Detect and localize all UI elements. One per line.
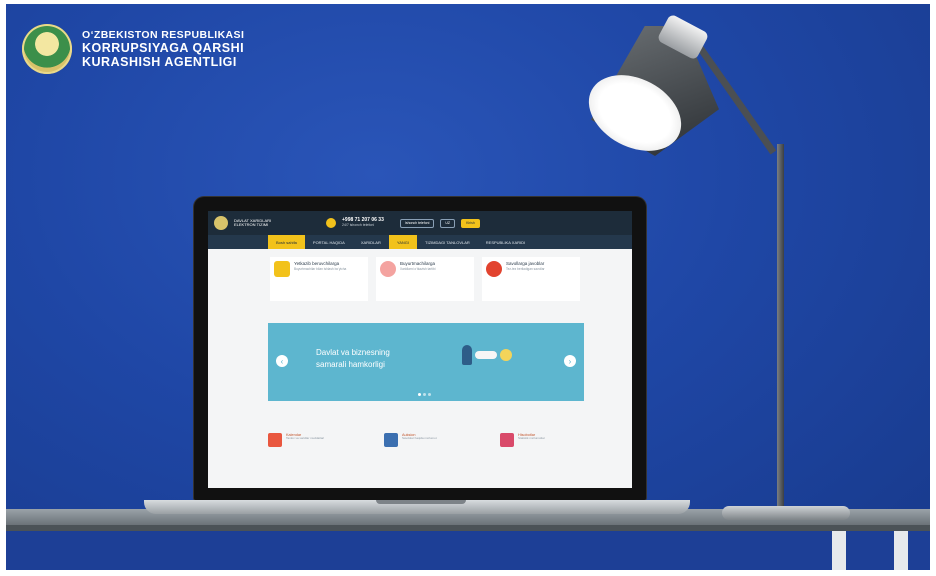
lamp-base — [722, 506, 850, 520]
card-title: Buyurtmachilarga — [400, 261, 436, 266]
site-name: DAVLAT XARIDLARI ELEKTRON TIZIMI — [234, 217, 272, 227]
table-leg — [894, 531, 908, 570]
truck-icon — [274, 261, 290, 277]
photo-scene: O‘ZBEKISTON RESPUBLIKASI KORRUPSIYAGA QA… — [0, 0, 936, 576]
card-text: Buyurtmachilar bilan ishlash bo‘yicha — [294, 266, 347, 271]
calendar-icon — [268, 433, 282, 447]
laptop-screen: DAVLAT XARIDLARI ELEKTRON TIZIMI +998 71… — [194, 197, 646, 500]
nav-republic[interactable]: RESPUBLIKA XARIDI — [478, 235, 533, 249]
nav-about[interactable]: PORTAL HAQIDA — [305, 235, 353, 249]
laptop-notch — [376, 500, 466, 504]
banner-text: Davlat va biznesning samarali hamkorligi — [316, 348, 390, 369]
site-phone: +998 71 207 06 33 24/7 ishonch telefoni — [342, 218, 384, 227]
report-icon — [500, 433, 514, 447]
banner-prev-button[interactable]: ‹ — [276, 355, 288, 367]
site-header: DAVLAT XARIDLARI ELEKTRON TIZIMI +998 71… — [208, 211, 632, 235]
banner-next-button[interactable]: › — [564, 355, 576, 367]
agency-name-line1: O‘ZBEKISTON RESPUBLIKASI — [82, 28, 245, 41]
website-screenshot: DAVLAT XARIDLARI ELEKTRON TIZIMI +998 71… — [208, 211, 632, 488]
agency-logo: O‘ZBEKISTON RESPUBLIKASI KORRUPSIYAGA QA… — [22, 24, 244, 74]
nav-tenders[interactable]: TIZIMDAGI TANLOVLAR — [417, 235, 478, 249]
card-suppliers[interactable]: Yetkazib beruvchilarga Buyurtmachilar bil… — [270, 257, 368, 301]
nav-purchases[interactable]: XARIDLAR — [353, 235, 389, 249]
site-logo-icon[interactable] — [214, 216, 228, 230]
login-button[interactable]: Kirish — [461, 218, 480, 228]
gavel-icon — [384, 433, 398, 447]
people-icon — [380, 261, 396, 277]
card-customers[interactable]: Buyurtmachilarga Xaridlarni o‘tkazish tar… — [376, 257, 474, 301]
language-button[interactable]: UZ — [440, 218, 456, 228]
lamp-pole — [777, 144, 784, 514]
card-text: Xaridlarni o‘tkazish tartibi — [400, 266, 436, 271]
footer-auction[interactable]: Auksion Savdolar haqida ma’lumot — [384, 433, 480, 447]
footer-calendar[interactable]: Kalendar Tanlov va xaridlar muddatlari — [268, 433, 364, 447]
card-title: Yetkazib beruvchilarga — [294, 261, 340, 266]
agency-name-line2: KORRUPSIYAGA QARSHI — [82, 40, 245, 55]
handshake-illustration — [462, 345, 512, 365]
table-leg — [832, 531, 846, 570]
state-emblem-icon — [22, 24, 72, 74]
site-nav: Bosh sahifa PORTAL HAQIDA XARIDLAR YANGI… — [208, 235, 632, 249]
agency-name: O‘ZBEKISTON RESPUBLIKASI KORRUPSIYAGA QA… — [82, 29, 244, 70]
hotline-button[interactable]: Ishonch telefoni — [399, 218, 435, 228]
card-faq[interactable]: Savollarga javoblar Tez-tez beriladigan s… — [482, 257, 580, 301]
carousel-dots[interactable] — [418, 393, 431, 396]
card-title: Savollarga javoblar — [506, 261, 545, 266]
handshake-icon — [475, 351, 497, 359]
nav-home[interactable]: Bosh sahifa — [268, 235, 305, 249]
phone-icon — [326, 218, 336, 228]
agency-name-line3: KURASHISH AGENTLIGI — [82, 55, 237, 70]
card-text: Tez-tez beriladigan savollar — [506, 266, 545, 271]
footer-text: Tanlov va xaridlar muddatlari — [286, 436, 325, 440]
coins-icon — [500, 349, 512, 361]
question-gear-icon — [486, 261, 502, 277]
hero-banner: ‹ Davlat va biznesning samarali hamkorli… — [268, 323, 584, 401]
footer-text: Statistik ma’lumotlar — [518, 436, 545, 440]
info-cards: Yetkazib beruvchilarga Buyurtmachilar bil… — [208, 249, 632, 301]
footer-links: Kalendar Tanlov va xaridlar muddatlari Au… — [268, 433, 596, 447]
table-underside — [6, 531, 930, 570]
nav-new[interactable]: YANGI — [388, 235, 418, 249]
footer-reports[interactable]: Hisobotlar Statistik ma’lumotlar — [500, 433, 596, 447]
phone-note: 24/7 ishonch telefoni — [342, 222, 375, 227]
footer-text: Savdolar haqida ma’lumot — [402, 436, 437, 440]
person-icon — [462, 345, 472, 365]
